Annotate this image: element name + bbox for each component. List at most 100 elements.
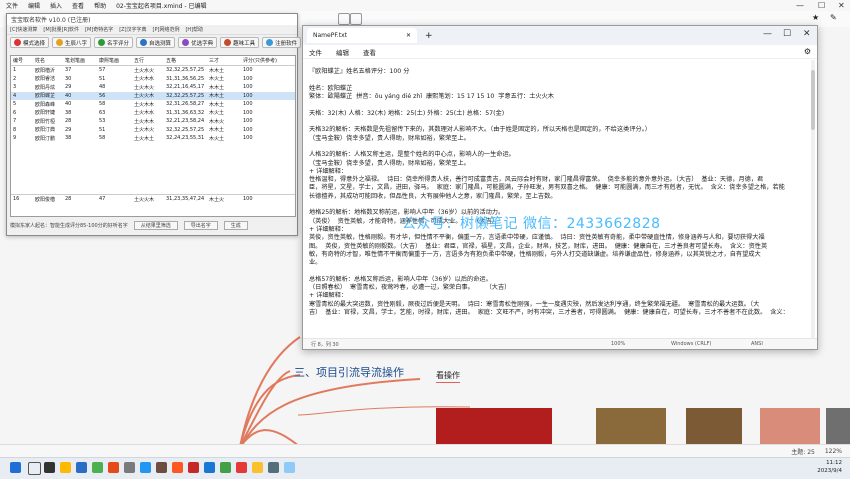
table-cell: 土火木土 <box>134 135 155 142</box>
line-ending: Windows (CRLF) <box>671 341 712 347</box>
table-row[interactable]: 4 欧阳蝶芷 40 56 土火火木 32,32,25,57,25 木木土 100 <box>11 91 295 100</box>
menu-edit[interactable]: 编辑 <box>28 1 40 10</box>
naming-menu-item[interactable]: [H]帮助 <box>185 26 203 33</box>
system-tray-clock[interactable]: 11:12 2023/9/4 <box>817 459 842 475</box>
naming-menu-item[interactable]: [C]快速测算 <box>10 26 37 33</box>
search-icon[interactable] <box>28 462 41 475</box>
notepad-menu-file[interactable]: 文件 <box>309 47 322 57</box>
table-row[interactable]: 7 欧阳竹桓 28 53 土火木木 32,21,23,58,24 木木火 100 <box>11 117 295 126</box>
app-icon[interactable] <box>252 462 263 473</box>
brush-icon[interactable]: ✎ <box>830 13 840 23</box>
table-row[interactable]: 1 欧阳楷沂 37 57 土火水火 32,32,25,57,25 木木土 100 <box>11 66 295 75</box>
table-cell: 土火水火 <box>134 67 155 74</box>
table-row[interactable]: 8 欧阳汀典 29 51 土火木火 32,32,25,57,25 木木土 100 <box>11 126 295 135</box>
photo-room <box>596 408 666 444</box>
word-icon[interactable] <box>204 462 215 473</box>
fun-tools-button[interactable]: 趣味工具 <box>220 37 260 48</box>
naming-menu-item[interactable]: [P]网络范例 <box>153 26 180 33</box>
notepad-icon[interactable] <box>284 462 295 473</box>
menu-file[interactable]: 文件 <box>6 1 18 10</box>
mindmap-node-title[interactable]: 三、项目引流导流操作 <box>294 364 404 380</box>
tab-close-icon[interactable]: ✕ <box>406 32 411 39</box>
app-icon[interactable] <box>236 462 247 473</box>
export-names-button[interactable]: 导出名字 <box>183 220 218 230</box>
text-line: （宝马金鞍）侥幸多望，贵人得助，财帛如裕，繁荣至上。 <box>309 134 470 142</box>
new-tab-icon[interactable]: + <box>425 31 433 41</box>
maximize-icon[interactable]: ☐ <box>818 1 825 10</box>
close-icon[interactable]: ✕ <box>803 29 811 39</box>
col-header[interactable]: 姓名 <box>33 57 63 64</box>
table-cell: 51 <box>99 126 106 133</box>
chrome-icon[interactable] <box>92 462 103 473</box>
zoom-level: 100% <box>611 341 626 347</box>
col-header[interactable]: 笔划笔画 <box>63 57 97 64</box>
maximize-icon[interactable]: ☐ <box>783 29 791 39</box>
filter-results-button[interactable]: 从结果里筛选 <box>133 220 178 230</box>
table-row[interactable]: 3 欧阳丹炫 29 48 土火木火 32,21,16,45,17 木木土 100 <box>11 83 295 92</box>
app-icon[interactable] <box>156 462 167 473</box>
close-icon[interactable]: ✕ <box>838 1 845 10</box>
notepad-menu-edit[interactable]: 编辑 <box>336 47 349 57</box>
scrollbar-thumb[interactable] <box>811 70 815 130</box>
menu-help[interactable]: 帮助 <box>94 1 106 10</box>
table-row[interactable]: 16 欧阳俊楷 28 47 土火火木 31,23,35,47,24 木土火 100 <box>11 195 295 204</box>
settings-gear-icon[interactable]: ⚙ <box>804 47 811 56</box>
table-cell: 土火木火 <box>134 127 155 134</box>
notepad-menu-view[interactable]: 查看 <box>363 47 376 57</box>
col-header[interactable]: 五行 <box>132 57 164 64</box>
table-cell: 欧阳俊楷 <box>35 196 56 203</box>
notepad-window: NamePF.txt ✕ + — ☐ ✕ 文件 编辑 查看 ⚙ 『欧阳蝶芷』姓名… <box>302 25 818 350</box>
generate-button[interactable]: 生成 <box>223 220 248 230</box>
app-icon[interactable] <box>124 462 135 473</box>
text-line: 臣，将星，文星，学士，文昌，进田，驿马。 家庭：家门隆昌，可能圆满，子孙旺发，男… <box>309 184 785 192</box>
zoom-level[interactable]: 122% <box>825 448 842 455</box>
col-header[interactable]: 三才 <box>207 57 241 64</box>
table-cell: 53 <box>99 118 106 125</box>
birth-chart-button[interactable]: 生辰八字 <box>52 37 92 48</box>
menu-view[interactable]: 查看 <box>72 1 84 10</box>
name-score-button[interactable]: 名字评分 <box>94 37 134 48</box>
col-header[interactable]: 编号 <box>11 57 33 64</box>
table-row[interactable]: 6 欧阳轩婕 38 63 土火木水 31,31,36,63,32 木火土 100 <box>11 109 295 118</box>
app-icon[interactable] <box>172 462 183 473</box>
app-icon[interactable] <box>220 462 231 473</box>
table-row[interactable]: 9 欧阳汀鹏 38 58 土火木土 32,24,23,55,31 木火土 100 <box>11 134 295 143</box>
dictionary-button[interactable]: 优选字典 <box>178 37 218 48</box>
col-header[interactable]: 康熙笔画 <box>97 57 132 64</box>
notepad-tab[interactable]: NamePF.txt ✕ <box>307 28 417 43</box>
table-cell: 土火木水 <box>134 110 155 117</box>
frame-icon[interactable] <box>338 13 350 25</box>
register-button[interactable]: 注册软件 <box>262 37 302 48</box>
file-explorer-icon[interactable] <box>60 462 71 473</box>
frame-icon[interactable] <box>350 13 362 25</box>
naming-menu-item[interactable]: [M]奇特名字 <box>85 26 113 33</box>
minimize-icon[interactable]: — <box>763 29 772 39</box>
app-icon[interactable] <box>188 462 199 473</box>
app-icon[interactable] <box>140 462 151 473</box>
menu-insert[interactable]: 插入 <box>50 1 62 10</box>
task-view-icon[interactable] <box>44 462 55 473</box>
text-line: 英俊，资性英敏，性格刚毅。有才华，但性情不平衡，偏重一方，言语柔中带硬，应谨慎。… <box>309 234 765 242</box>
naming-menu-item[interactable]: [M]批量[R]软件 <box>43 26 79 33</box>
col-header[interactable]: 五格 <box>164 57 207 64</box>
app-icon[interactable] <box>268 462 279 473</box>
notepad-menubar: 文件 编辑 查看 ⚙ <box>303 45 817 59</box>
table-cell: 木木火 <box>209 118 225 125</box>
notepad-text-area[interactable]: 『欧阳蝶芷』姓名五格评分：100 分姓名：欧阳蝶芷 繁体：歐陽蝶芷 拼音：ōu y… <box>309 60 805 338</box>
naming-menu-item[interactable]: [Z]汉字字典 <box>119 26 146 33</box>
col-header[interactable]: 评分(只供参考) <box>241 57 291 64</box>
star-icon[interactable]: ★ <box>812 13 822 23</box>
table-cell: 32,32,25,57,25 <box>166 126 205 133</box>
mode-select-button[interactable]: 模式选择 <box>10 37 50 48</box>
table-cell: 100 <box>243 75 253 82</box>
windows-start-icon[interactable] <box>10 462 21 473</box>
app-icon[interactable] <box>108 462 119 473</box>
watermark-text: 公众号：树懒笔记 微信：2433662828 <box>402 216 661 232</box>
custom-calc-button[interactable]: 自选测算 <box>136 37 176 48</box>
mindmap-node-sub[interactable]: 看操作 <box>436 370 460 383</box>
table-row[interactable]: 5 欧阳森峰 40 58 土火木木 32,31,26,58,27 木木土 100 <box>11 100 295 109</box>
table-row[interactable]: 2 欧阳睿洁 30 51 土火木水 31,31,36,56,25 木火土 100 <box>11 75 295 84</box>
minimize-icon[interactable]: — <box>796 1 804 10</box>
table-body: 16 欧阳俊楷 28 47 土火火木 31,23,35,47,24 木土火 100 <box>11 194 295 204</box>
edge-icon[interactable] <box>76 462 87 473</box>
